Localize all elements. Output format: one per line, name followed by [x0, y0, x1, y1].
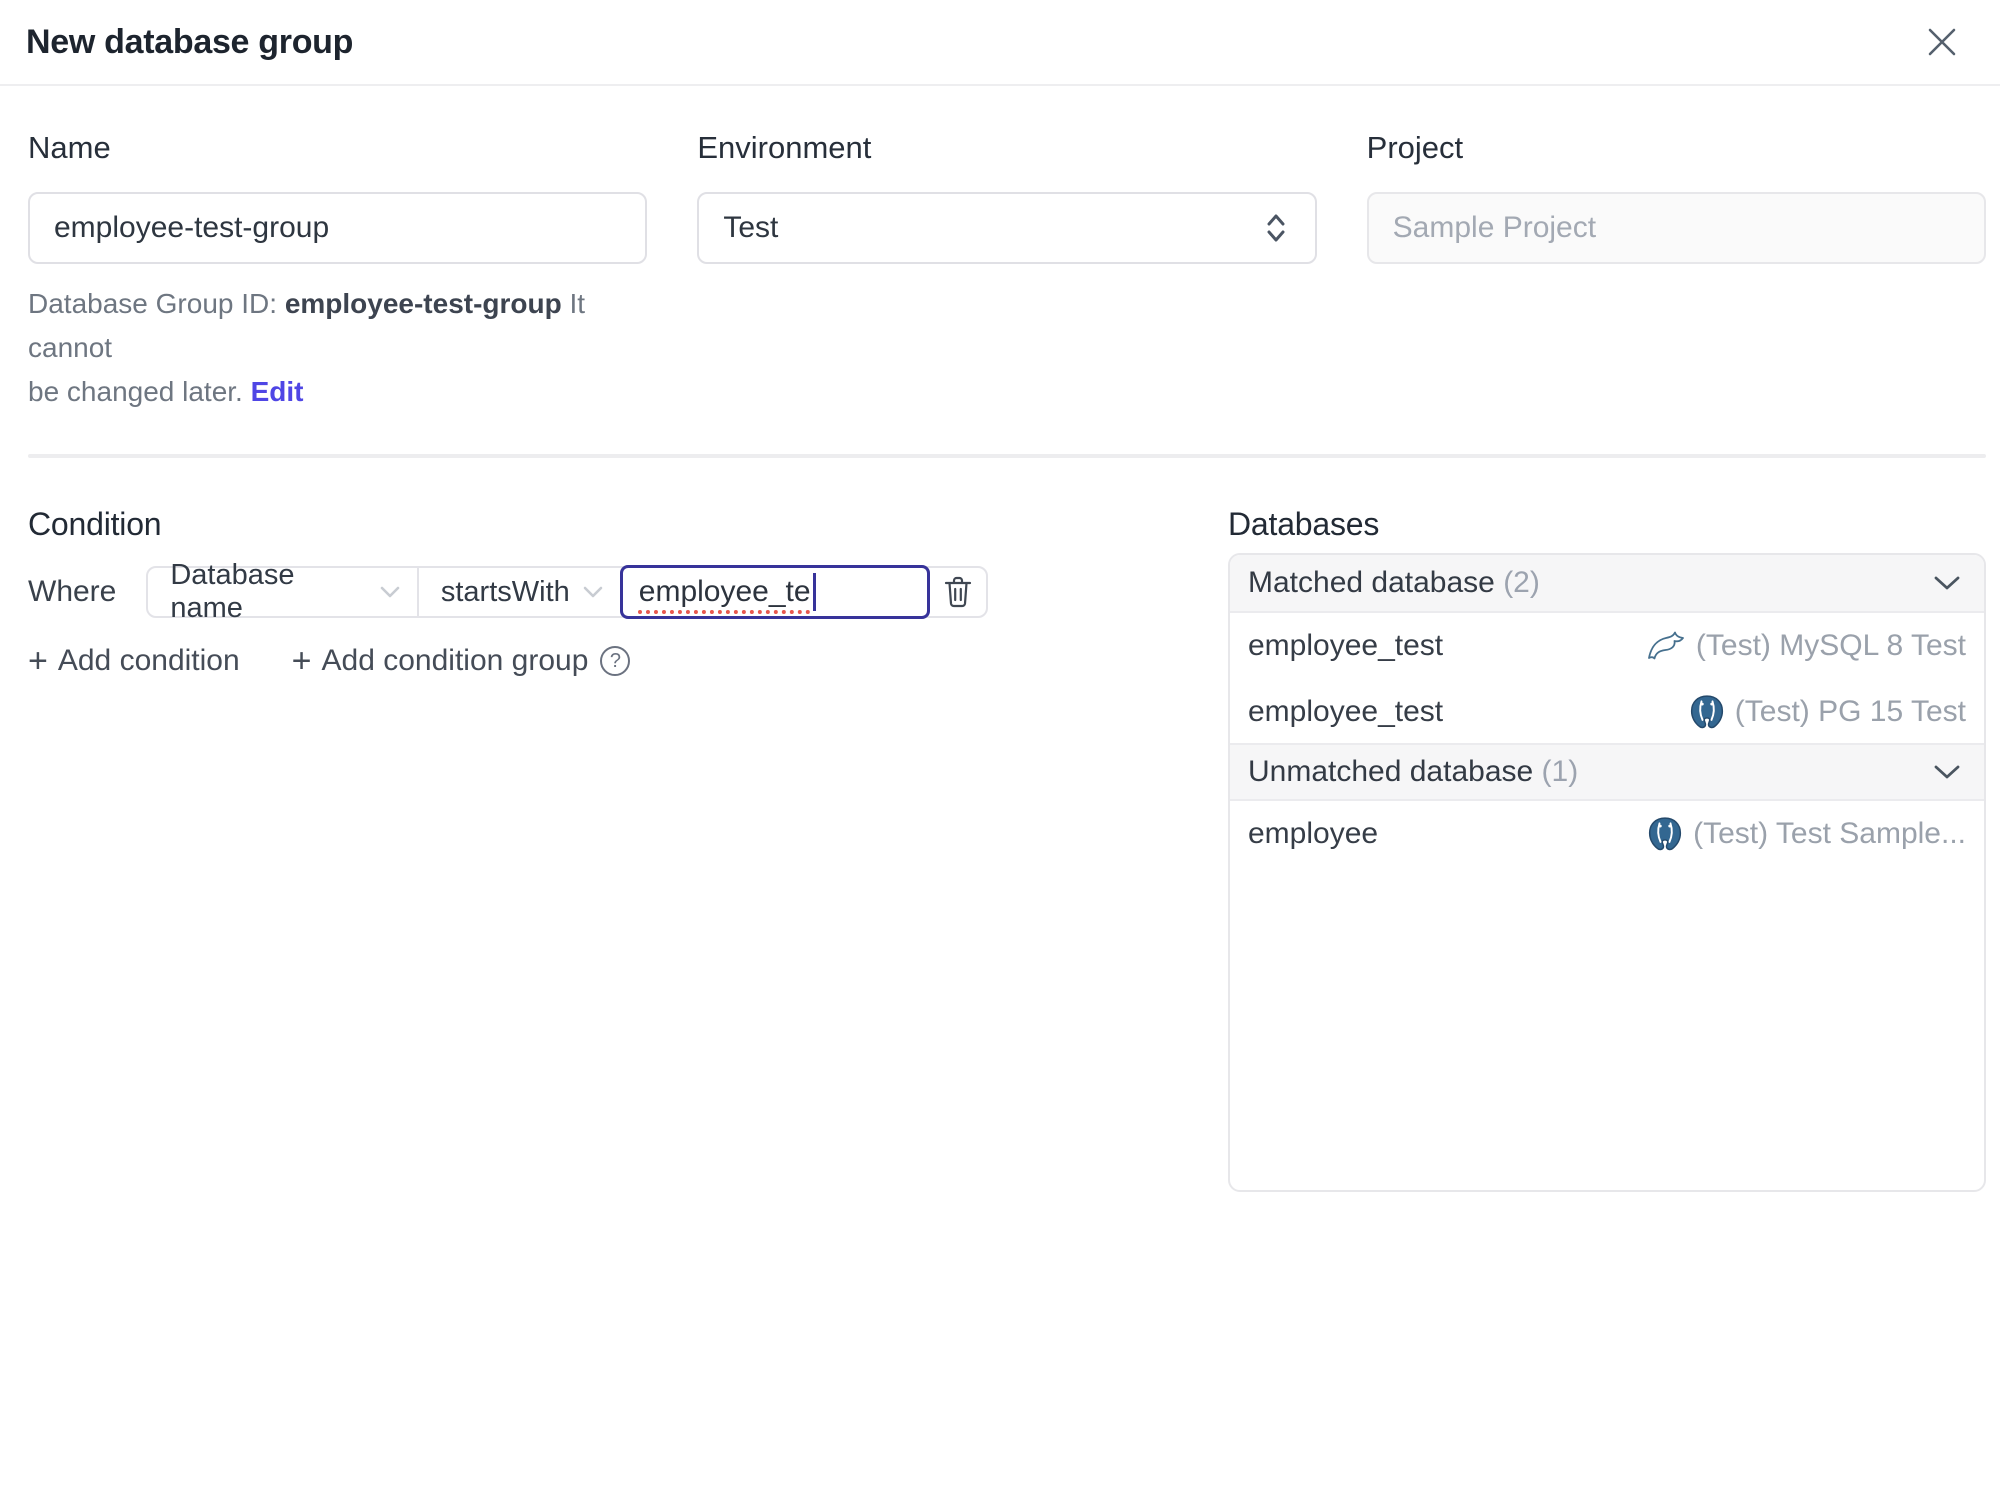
- database-row: employee_test (Test) MySQL 8 Test: [1230, 613, 1984, 679]
- add-condition-group-button[interactable]: + Add condition group ?: [292, 644, 631, 678]
- name-input[interactable]: employee-test-group: [28, 192, 648, 264]
- condition-value-input[interactable]: employee_te: [619, 565, 931, 619]
- add-condition-group-label: Add condition group: [321, 644, 589, 677]
- name-input-value: employee-test-group: [54, 211, 330, 244]
- database-name: employee: [1248, 817, 1379, 850]
- plus-icon: +: [28, 642, 48, 680]
- database-name: employee_test: [1248, 629, 1444, 662]
- condition-heading: Condition: [28, 506, 162, 542]
- environment-field-group: Environment Test: [697, 130, 1317, 414]
- factor-select[interactable]: Database name: [148, 559, 419, 624]
- databases-heading: Databases: [1228, 506, 1380, 542]
- instance-label: (Test) MySQL 8 Test: [1695, 629, 1966, 662]
- factor-select-value: Database name: [170, 559, 295, 624]
- where-label: Where: [28, 575, 117, 608]
- mysql-icon: [1646, 630, 1686, 662]
- group-id-helper: Database Group ID: employee-test-group I…: [28, 282, 647, 414]
- project-input: Sample Project: [1366, 192, 1986, 264]
- close-icon: [1925, 25, 1959, 59]
- delete-condition-button[interactable]: [930, 568, 986, 616]
- help-icon[interactable]: ?: [600, 646, 631, 676]
- database-instance: (Test) MySQL 8 Test: [1646, 629, 1966, 663]
- project-input-value: Sample Project: [1392, 211, 1597, 244]
- matched-database-header[interactable]: Matched database (2): [1230, 555, 1984, 613]
- chevron-down-icon: [379, 585, 401, 599]
- name-field-group: Name employee-test-group Database Group …: [28, 130, 648, 414]
- postgresql-icon: [1689, 694, 1725, 730]
- group-title-text: Matched database: [1248, 566, 1495, 599]
- group-id-helper-prefix: Database Group ID:: [28, 288, 285, 319]
- postgresql-icon: [1647, 816, 1683, 852]
- condition-section: Condition Where Database name startsWith: [28, 458, 988, 678]
- databases-panel: Matched database (2) employee_test (Test…: [1228, 553, 1986, 1192]
- environment-label: Environment: [697, 130, 872, 165]
- add-condition-button[interactable]: + Add condition: [28, 644, 240, 678]
- matched-database-title: Matched database (2): [1248, 566, 1540, 600]
- instance-label: (Test) Test Sample...: [1693, 817, 1966, 850]
- plus-icon: +: [291, 642, 312, 680]
- database-instance: (Test) PG 15 Test: [1689, 694, 1966, 730]
- condition-value-text: employee_te: [638, 575, 811, 608]
- operator-select[interactable]: startsWith: [419, 568, 620, 616]
- chevron-down-icon: [582, 585, 604, 599]
- condition-row: Where Database name startsWith employee_…: [28, 559, 988, 624]
- name-label: Name: [28, 130, 111, 165]
- dialog-title: New database group: [26, 22, 354, 61]
- project-field-group: Project Sample Project: [1366, 130, 1986, 414]
- group-title-text: Unmatched database: [1248, 755, 1534, 788]
- database-row: employee (Test) Test Sample...: [1230, 801, 1984, 867]
- unmatched-database-title: Unmatched database (1): [1248, 755, 1578, 789]
- database-instance: (Test) Test Sample...: [1647, 816, 1966, 852]
- group-count: (1): [1541, 755, 1579, 788]
- database-name: employee_test: [1248, 695, 1444, 728]
- group-id-helper-note2: be changed later.: [28, 376, 251, 407]
- text-cursor: [812, 573, 816, 611]
- operator-select-value: startsWith: [440, 575, 570, 608]
- condition-actions: + Add condition + Add condition group ?: [28, 644, 988, 678]
- edit-group-id-link[interactable]: Edit: [251, 376, 304, 407]
- unmatched-database-header[interactable]: Unmatched database (1): [1230, 743, 1984, 801]
- environment-select[interactable]: Test: [697, 192, 1317, 264]
- condition-expression-group: Database name startsWith employee_te: [146, 559, 988, 624]
- database-row: employee_test (Test) PG 15 Test: [1230, 679, 1984, 745]
- group-count: (2): [1503, 566, 1540, 599]
- dialog-header: New database group: [0, 0, 2000, 86]
- instance-label: (Test) PG 15 Test: [1734, 695, 1966, 728]
- add-condition-label: Add condition: [57, 644, 240, 677]
- databases-section: Databases Matched database (2) employee_…: [1228, 458, 1986, 1192]
- chevron-down-icon: [1932, 763, 1962, 781]
- environment-select-value: Test: [723, 211, 779, 244]
- trash-icon: [941, 574, 975, 610]
- chevron-down-icon: [1932, 574, 1962, 592]
- group-form: Name employee-test-group Database Group …: [28, 130, 1986, 414]
- close-button[interactable]: [1920, 20, 1964, 64]
- project-label: Project: [1366, 130, 1464, 165]
- group-id-value: employee-test-group: [284, 288, 562, 319]
- chevron-up-down-icon: [1261, 211, 1291, 245]
